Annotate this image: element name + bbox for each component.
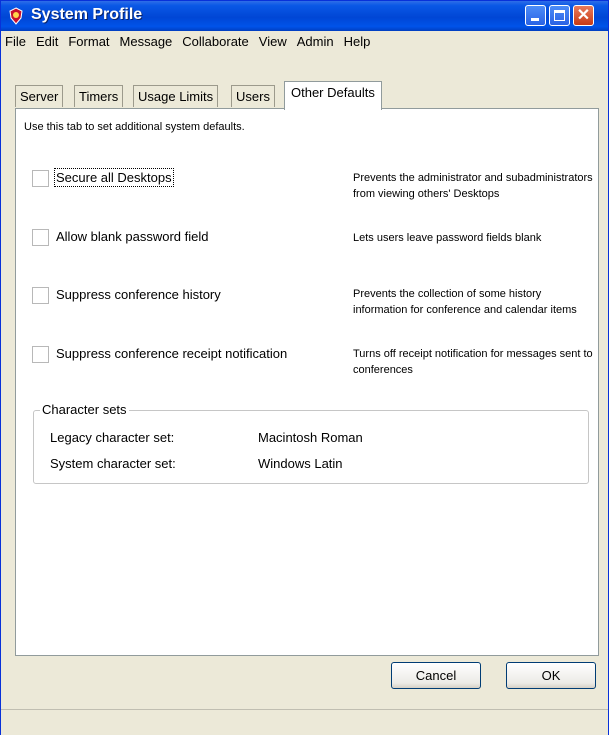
secure-all-desktops-checkbox[interactable]	[32, 170, 49, 187]
window-title: System Profile	[31, 6, 143, 23]
menu-collaborate[interactable]: Collaborate	[177, 32, 254, 52]
suppress-conference-history-label[interactable]: Suppress conference history	[56, 287, 221, 302]
suppress-receipt-notification-checkbox[interactable]	[32, 346, 49, 363]
legacy-charset-label: Legacy character set:	[50, 430, 175, 445]
suppress-conference-history-description: Prevents the collection of some history …	[353, 288, 577, 316]
ok-button[interactable]: OK	[506, 662, 596, 689]
title-bar[interactable]: System Profile ✕	[1, 1, 608, 31]
secure-all-desktops-description: Prevents the administrator and subadmini…	[353, 172, 593, 200]
menu-view[interactable]: View	[254, 32, 292, 52]
system-charset-value: Windows Latin	[258, 456, 343, 471]
other-defaults-panel: Use this tab to set additional system de…	[15, 108, 599, 656]
menu-file[interactable]: File	[1, 32, 31, 52]
secure-all-desktops-label[interactable]: Secure all Desktops	[54, 168, 174, 187]
suppress-receipt-notification-label[interactable]: Suppress conference receipt notification	[56, 346, 287, 361]
tab-usage-limits[interactable]: Usage Limits	[133, 85, 219, 107]
maximize-button[interactable]	[549, 5, 570, 26]
menu-message[interactable]: Message	[115, 32, 178, 52]
character-sets-legend: Character sets	[40, 402, 129, 417]
cancel-button[interactable]: Cancel	[391, 662, 481, 689]
tab-timers[interactable]: Timers	[74, 85, 124, 107]
character-sets-group: Character sets Legacy character set: Mac…	[33, 402, 589, 484]
allow-blank-password-description: Lets users leave password fields blank	[353, 232, 542, 244]
menu-edit[interactable]: Edit	[31, 32, 63, 52]
minimize-icon	[531, 18, 539, 21]
system-profile-window: System Profile ✕ File Edit Format Messag…	[0, 0, 609, 735]
menu-admin[interactable]: Admin	[292, 32, 339, 52]
maximize-icon	[554, 10, 565, 21]
allow-blank-password-checkbox[interactable]	[32, 229, 49, 246]
close-button[interactable]: ✕	[573, 5, 594, 26]
suppress-conference-history-checkbox[interactable]	[32, 287, 49, 304]
close-icon: ✕	[576, 7, 591, 24]
status-bar	[1, 709, 608, 735]
tab-server[interactable]: Server	[15, 85, 64, 107]
app-icon	[7, 7, 25, 25]
menu-help[interactable]: Help	[339, 32, 376, 52]
tab-other-defaults[interactable]: Other Defaults	[284, 81, 382, 110]
menu-bar: File Edit Format Message Collaborate Vie…	[1, 31, 608, 53]
menu-format[interactable]: Format	[63, 32, 114, 52]
tab-users[interactable]: Users	[231, 85, 275, 107]
system-charset-label: System character set:	[50, 456, 176, 471]
legacy-charset-value: Macintosh Roman	[258, 430, 363, 445]
allow-blank-password-label[interactable]: Allow blank password field	[56, 229, 208, 244]
panel-intro-text: Use this tab to set additional system de…	[24, 121, 245, 133]
suppress-receipt-notification-description: Turns off receipt notification for messa…	[353, 348, 593, 376]
minimize-button[interactable]	[525, 5, 546, 26]
